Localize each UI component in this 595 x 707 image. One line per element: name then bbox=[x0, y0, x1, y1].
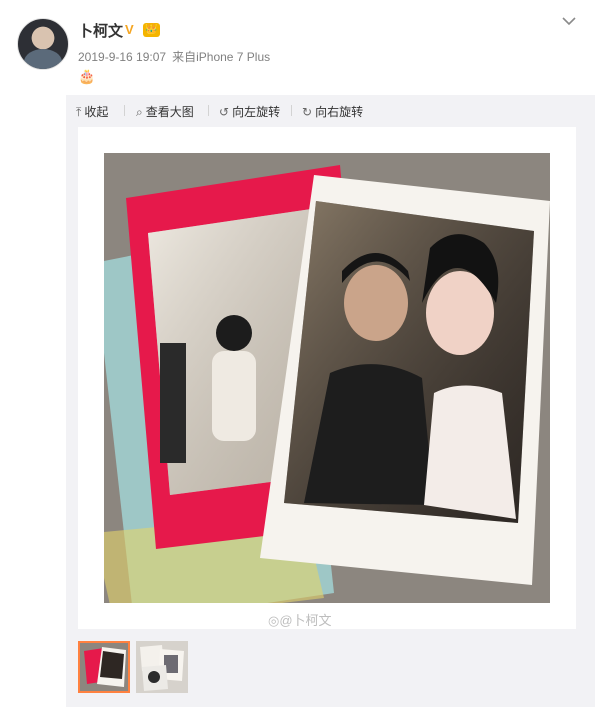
thumbnail-1[interactable] bbox=[78, 641, 130, 693]
post-header: 卜柯文 V 👑 2019-9-16 19:07 来自iPhone 7 Plus 🎂 bbox=[0, 0, 595, 95]
media-panel: ⤒ 收起 ⌕ 查看大图 ↺ 向左旋转 ↻ 向右旋转 ◎@卜柯文 bbox=[66, 95, 595, 707]
avatar[interactable] bbox=[17, 18, 69, 70]
view-large-label: 查看大图 bbox=[145, 105, 194, 119]
polaroid-illustration bbox=[104, 153, 550, 603]
source-prefix: 来自 bbox=[172, 50, 197, 64]
author-name[interactable]: 卜柯文 bbox=[78, 20, 123, 41]
source-device[interactable]: iPhone 7 Plus bbox=[196, 50, 270, 64]
toolbar-divider bbox=[291, 105, 292, 116]
arrow-up-icon: ⤒ bbox=[76, 105, 82, 119]
toolbar-divider bbox=[208, 105, 209, 116]
rotate-right-label: 向右旋转 bbox=[315, 105, 364, 119]
collapse-label: 收起 bbox=[84, 105, 109, 119]
collapse-button[interactable]: ⤒ 收起 bbox=[76, 103, 108, 120]
rotate-left-button[interactable]: ↺ 向左旋转 bbox=[219, 103, 280, 120]
post-text: 🎂 bbox=[78, 68, 96, 84]
image-viewer: ◎@卜柯文 bbox=[78, 127, 576, 629]
image-toolbar: ⤒ 收起 ⌕ 查看大图 ↺ 向左旋转 ↻ 向右旋转 bbox=[66, 95, 595, 125]
view-large-button[interactable]: ⌕ 查看大图 bbox=[136, 103, 194, 120]
rotate-left-icon: ↺ bbox=[219, 105, 230, 119]
rotate-right-button[interactable]: ↻ 向右旋转 bbox=[302, 103, 363, 120]
thumbnail-2[interactable] bbox=[136, 641, 188, 693]
weibo-logo-icon: ◎ bbox=[268, 613, 280, 628]
rotate-right-icon: ↻ bbox=[302, 105, 313, 119]
post-meta: 2019-9-16 19:07 来自iPhone 7 Plus bbox=[78, 48, 276, 65]
search-icon: ⌕ bbox=[136, 105, 143, 119]
image-watermark: ◎@卜柯文 bbox=[268, 610, 332, 629]
watermark-text: @卜柯文 bbox=[279, 613, 332, 628]
verified-badge-icon[interactable]: V bbox=[125, 22, 134, 37]
main-photo[interactable] bbox=[104, 153, 550, 603]
member-badge-icon[interactable]: 👑 bbox=[143, 23, 160, 37]
rotate-left-label: 向左旋转 bbox=[232, 105, 281, 119]
thumbnail-image bbox=[136, 641, 188, 693]
post-timestamp[interactable]: 2019-9-16 19:07 bbox=[78, 50, 166, 64]
thumbnail-image bbox=[80, 643, 128, 691]
chevron-down-icon[interactable] bbox=[561, 15, 577, 27]
toolbar-divider bbox=[124, 105, 125, 116]
